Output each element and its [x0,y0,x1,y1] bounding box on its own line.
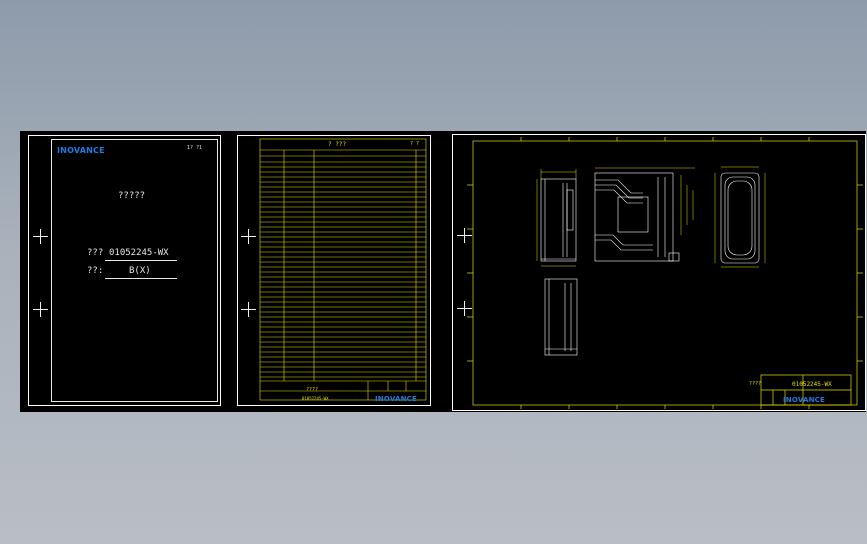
title-block-logo: INOVANCE [783,396,825,404]
crosshair-icon [457,228,472,243]
change-record-footer-code: 01052245-WX [302,396,329,401]
change-record-logo: INOVANCE [375,395,417,403]
version-underline [105,278,177,279]
change-record-page-mark: ? ? [410,141,420,147]
cover-logo: INOVANCE [57,146,105,155]
version-label: ??: [87,266,104,276]
front-view-dimensions [536,169,577,267]
drawing-no-underline [105,260,177,261]
title-block-drawing-no: 01052245-WX [792,381,832,388]
side-view-dimensions [595,167,695,235]
version-value: B(X) [129,266,151,276]
change-record-title: ? ??? [328,141,347,148]
crosshair-icon [457,301,472,316]
end-view [720,172,760,264]
crosshair-icon [241,302,256,317]
side-view [594,172,680,262]
end-view-dimensions [714,166,766,268]
change-record-footer-title: ???? [306,387,319,393]
drawing-no-label: ??? [87,248,104,258]
change-record-table [259,138,427,401]
cover-sheet[interactable]: INOVANCE 1? ?1 ????? ??? 01052245-WX ??:… [28,135,221,406]
crosshair-icon [33,229,48,244]
cad-viewport[interactable]: INOVANCE 1? ?1 ????? ??? 01052245-WX ??:… [20,131,866,412]
bottom-view [544,278,578,356]
front-view [540,178,577,262]
drawing-no-value: 01052245-WX [109,248,169,258]
crosshair-icon [33,302,48,317]
drawing-frame [467,137,863,409]
title-block-name-label: ???? [749,381,762,387]
drawing-sheet[interactable]: 01052245-WX ???? INOVANCE [452,134,866,411]
cover-page-mark: 1? ?1 [187,145,203,151]
crosshair-icon [241,229,256,244]
cover-title: ????? [118,191,146,201]
change-record-sheet[interactable]: ? ??? ? ? ???? 01052245-WX INOVANCE [237,135,431,406]
